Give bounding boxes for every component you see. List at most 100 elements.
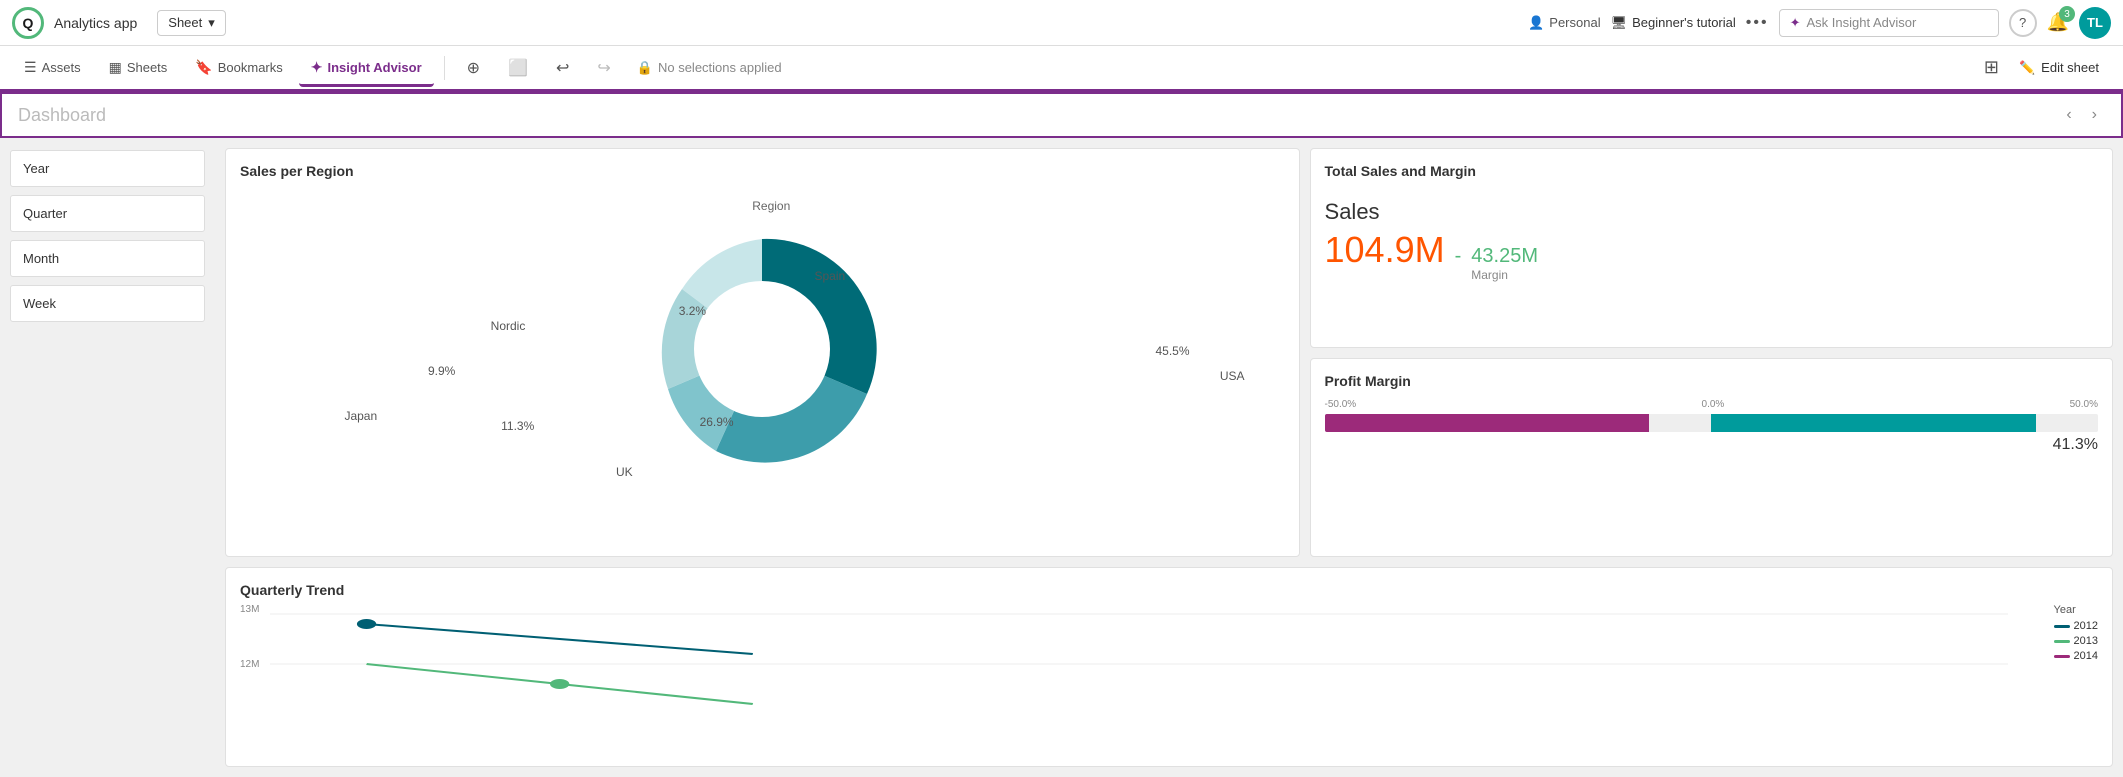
insight-icon: ✦ bbox=[311, 59, 323, 76]
region-center-label: Region bbox=[752, 199, 790, 213]
main-content: Year Quarter Month Week Sales per Region… bbox=[0, 138, 2123, 777]
sales-region-title: Sales per Region bbox=[240, 163, 1285, 179]
scale-mid: 0.0% bbox=[1702, 399, 1725, 410]
margin-label: Margin bbox=[1471, 268, 1538, 282]
legend-color-2014 bbox=[2054, 655, 2070, 658]
prev-sheet-button[interactable]: ‹ bbox=[2058, 102, 2079, 128]
y-label-13m: 13M bbox=[240, 604, 259, 615]
qlik-logo: Q bbox=[12, 7, 44, 39]
edit-sheet-button[interactable]: ✏️ Edit sheet bbox=[2007, 54, 2111, 82]
total-sales-title: Total Sales and Margin bbox=[1325, 163, 2098, 179]
edit-icon: ✏️ bbox=[2019, 60, 2035, 76]
profit-bar-negative bbox=[1325, 414, 1650, 432]
filter-quarter[interactable]: Quarter bbox=[10, 195, 205, 232]
donut-hole bbox=[694, 281, 830, 417]
assets-icon: ☰ bbox=[24, 59, 37, 76]
nav-insight-advisor[interactable]: ✦ Insight Advisor bbox=[299, 51, 434, 87]
legend-color-2012 bbox=[2054, 625, 2070, 628]
legend-color-2013 bbox=[2054, 640, 2070, 643]
secondary-navigation: ☰ Assets ▦ Sheets 🔖 Bookmarks ✦ Insight … bbox=[0, 46, 2123, 92]
usa-pct: 45.5% bbox=[1155, 344, 1189, 358]
sheets-label: Sheets bbox=[127, 60, 167, 75]
breadcrumb-bar: Dashboard ‹ › bbox=[0, 92, 2123, 138]
lock-icon: 🔒 bbox=[637, 60, 653, 76]
notifications-button[interactable]: 🔔 3 bbox=[2047, 12, 2069, 33]
dashboard-area: Sales per Region Region Spain Nordic Jap… bbox=[215, 138, 2123, 777]
charts-row: Sales per Region Region Spain Nordic Jap… bbox=[225, 148, 2113, 557]
uk-label: UK bbox=[616, 465, 633, 479]
filter-year[interactable]: Year bbox=[10, 150, 205, 187]
no-selections-indicator: 🔒 No selections applied bbox=[637, 60, 782, 76]
spain-label: Spain bbox=[814, 269, 845, 283]
monitor-icon: 🖥 bbox=[1611, 15, 1628, 31]
qlik-icon: Q bbox=[12, 7, 44, 39]
zoom-icon: ⊕ bbox=[467, 58, 480, 78]
avatar[interactable]: TL bbox=[2079, 7, 2111, 39]
help-button[interactable]: ? bbox=[2009, 9, 2037, 37]
margin-value: 43.25M bbox=[1471, 245, 1538, 268]
uk-pct: 26.9% bbox=[700, 415, 734, 429]
japan-label: Japan bbox=[344, 409, 377, 423]
profit-bar-positive bbox=[1711, 414, 2036, 432]
bookmarks-icon: 🔖 bbox=[195, 59, 212, 76]
y-label-12m: 12M bbox=[240, 659, 259, 670]
scale-min: -50.0% bbox=[1325, 399, 1357, 410]
top-navigation: Q Analytics app Sheet ▾ 👤 Personal 🖥 Beg… bbox=[0, 0, 2123, 46]
personal-button[interactable]: 👤 Personal bbox=[1528, 15, 1601, 31]
profit-bar bbox=[1325, 414, 2098, 432]
back-forward-button[interactable]: ↩ bbox=[544, 50, 581, 86]
legend-label-2013: 2013 bbox=[2074, 635, 2098, 647]
redo-button[interactable]: ↪ bbox=[585, 50, 622, 86]
profit-margin-title: Profit Margin bbox=[1325, 373, 2098, 389]
redo-icon: ↪ bbox=[597, 58, 610, 78]
donut-chart-container: Region Spain Nordic Japan UK USA bbox=[240, 189, 1285, 509]
usa-label: USA bbox=[1220, 369, 1245, 383]
sparkle-icon: ✦ bbox=[1790, 15, 1801, 31]
page-title: Dashboard bbox=[18, 105, 106, 126]
grid-view-button[interactable]: ⊞ bbox=[1980, 53, 2003, 82]
trend-legend: Year 2012 2013 2014 bbox=[2054, 604, 2098, 665]
quarterly-trend-card: Quarterly Trend 13M 12M bbox=[225, 567, 2113, 767]
line-2012 bbox=[367, 624, 753, 654]
scale-max: 50.0% bbox=[2070, 399, 2098, 410]
smart-search-button[interactable]: ⬜ bbox=[496, 50, 540, 86]
zoom-to-selection-button[interactable]: ⊕ bbox=[455, 50, 492, 86]
nav-bookmarks[interactable]: 🔖 Bookmarks bbox=[183, 51, 294, 84]
trend-chart-area: 13M 12M Year bbox=[240, 604, 2098, 734]
right-cards: Total Sales and Margin Sales 104.9M - 43… bbox=[1310, 148, 2113, 557]
undo-icon: ↩ bbox=[556, 58, 569, 78]
nav-assets[interactable]: ☰ Assets bbox=[12, 51, 93, 84]
sales-per-region-card: Sales per Region Region Spain Nordic Jap… bbox=[225, 148, 1300, 557]
dash-separator: - bbox=[1455, 245, 1462, 268]
profit-percent: 41.3% bbox=[1325, 436, 2098, 454]
user-icon: 👤 bbox=[1528, 15, 1544, 31]
dot-2012 bbox=[357, 619, 376, 629]
nav-sheets[interactable]: ▦ Sheets bbox=[97, 51, 180, 84]
legend-label-2014: 2014 bbox=[2074, 650, 2098, 662]
nordic-pct: 9.9% bbox=[428, 364, 455, 378]
sheet-selector[interactable]: Sheet ▾ bbox=[157, 10, 226, 36]
filter-month[interactable]: Month bbox=[10, 240, 205, 277]
filter-week[interactable]: Week bbox=[10, 285, 205, 322]
edit-sheet-label: Edit sheet bbox=[2041, 60, 2099, 75]
chevron-down-icon: ▾ bbox=[208, 15, 215, 31]
legend-label-2012: 2012 bbox=[2074, 620, 2098, 632]
ask-insight-advisor-input[interactable]: ✦ Ask Insight Advisor bbox=[1779, 9, 1999, 37]
sheet-label: Sheet bbox=[168, 15, 202, 30]
bookmarks-label: Bookmarks bbox=[218, 60, 283, 75]
no-selections-label: No selections applied bbox=[658, 60, 782, 75]
spain-pct: 3.2% bbox=[679, 304, 706, 318]
profit-margin-card: Profit Margin -50.0% 0.0% 50.0% 41.3% bbox=[1310, 358, 2113, 558]
sheets-icon: ▦ bbox=[109, 59, 122, 76]
breadcrumb-navigation: ‹ › bbox=[2058, 102, 2105, 128]
insight-label: Insight Advisor bbox=[328, 60, 422, 75]
legend-2012: 2012 bbox=[2054, 620, 2098, 632]
nordic-label: Nordic bbox=[491, 319, 526, 333]
next-sheet-button[interactable]: › bbox=[2084, 102, 2105, 128]
tutorial-button[interactable]: 🖥 Beginner's tutorial bbox=[1611, 15, 1736, 31]
legend-2014: 2014 bbox=[2054, 650, 2098, 662]
dot-2013 bbox=[550, 679, 569, 689]
more-options-button[interactable]: ••• bbox=[1746, 14, 1769, 32]
donut-svg bbox=[622, 209, 902, 489]
assets-label: Assets bbox=[42, 60, 81, 75]
